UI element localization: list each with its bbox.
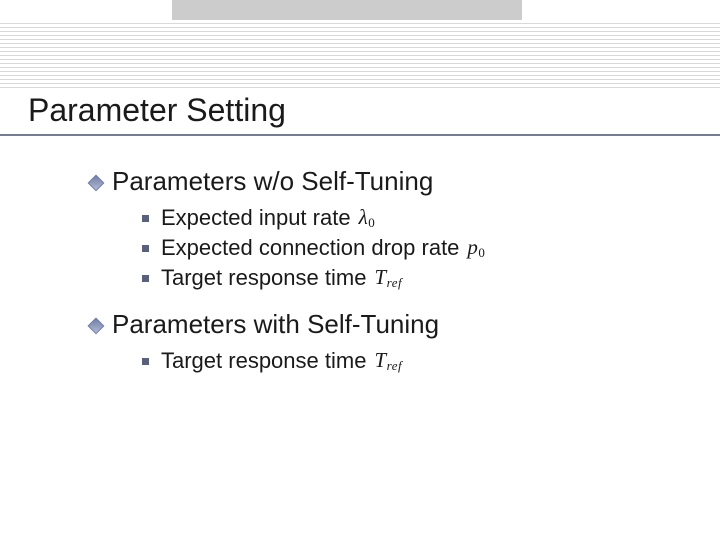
square-bullet-icon [142, 245, 149, 252]
diamond-bullet-icon [88, 174, 105, 191]
sublist: Expected input rate λ0 Expected connecti… [142, 205, 485, 291]
title-underline [0, 134, 720, 136]
list-item: Target response time Tref [142, 348, 485, 374]
section-heading: Parameters with Self-Tuning [90, 309, 485, 340]
math-symbol: Tref [374, 265, 402, 291]
square-bullet-icon [142, 358, 149, 365]
slide-content: Parameters w/o Self-Tuning Expected inpu… [90, 166, 485, 392]
symbol-base: T [374, 348, 386, 372]
item-text: Target response time [161, 265, 366, 291]
decorative-ruled-area [0, 20, 720, 88]
square-bullet-icon [142, 215, 149, 222]
item-text: Target response time [161, 348, 366, 374]
section-heading: Parameters w/o Self-Tuning [90, 166, 485, 197]
decorative-top-band [172, 0, 522, 20]
item-text: Expected input rate [161, 205, 351, 231]
item-text: Expected connection drop rate [161, 235, 459, 261]
math-symbol: p0 [467, 235, 485, 261]
symbol-sub: ref [387, 358, 402, 373]
symbol-base: T [374, 265, 386, 289]
square-bullet-icon [142, 275, 149, 282]
list-item: Expected connection drop rate p0 [142, 235, 485, 261]
math-symbol: Tref [374, 348, 402, 374]
diamond-bullet-icon [88, 317, 105, 334]
slide-title: Parameter Setting [28, 92, 286, 129]
list-item: Expected input rate λ0 [142, 205, 485, 231]
math-symbol: λ0 [359, 205, 376, 231]
section-heading-text: Parameters w/o Self-Tuning [112, 166, 433, 197]
symbol-sub: 0 [478, 245, 485, 260]
symbol-base: λ [359, 205, 369, 229]
list-item: Target response time Tref [142, 265, 485, 291]
section-heading-text: Parameters with Self-Tuning [112, 309, 439, 340]
symbol-sub: 0 [368, 215, 375, 230]
sublist: Target response time Tref [142, 348, 485, 374]
symbol-sub: ref [387, 275, 402, 290]
symbol-base: p [467, 235, 478, 259]
